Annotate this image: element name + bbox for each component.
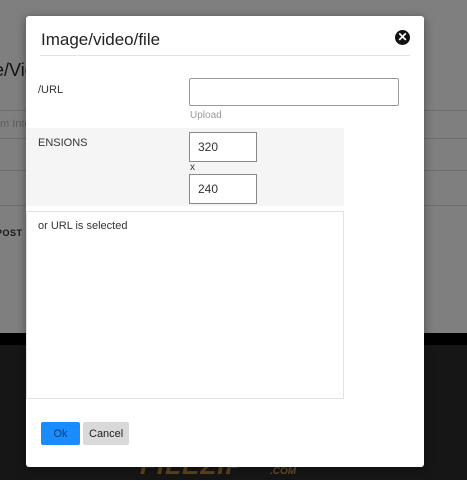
preview-area xyxy=(26,211,344,399)
width-input[interactable]: 320 xyxy=(189,132,257,162)
dimensions-label: ENSIONS xyxy=(38,137,88,149)
preview-message: or URL is selected xyxy=(38,220,128,232)
dialog-title: Image/video/file xyxy=(41,30,161,49)
image-video-file-dialog: Image/video/file ✕ /URL Upload ENSIONS 3… xyxy=(26,16,424,467)
height-input[interactable]: 240 xyxy=(189,174,257,204)
url-input[interactable] xyxy=(189,78,399,106)
upload-link[interactable]: Upload xyxy=(190,110,222,121)
dimension-separator: x xyxy=(190,162,195,173)
ok-button[interactable]: Ok xyxy=(41,422,80,445)
close-icon[interactable]: ✕ xyxy=(395,30,410,45)
cancel-button[interactable]: Cancel xyxy=(83,422,129,445)
url-label: /URL xyxy=(38,84,64,96)
header-divider xyxy=(40,55,410,56)
